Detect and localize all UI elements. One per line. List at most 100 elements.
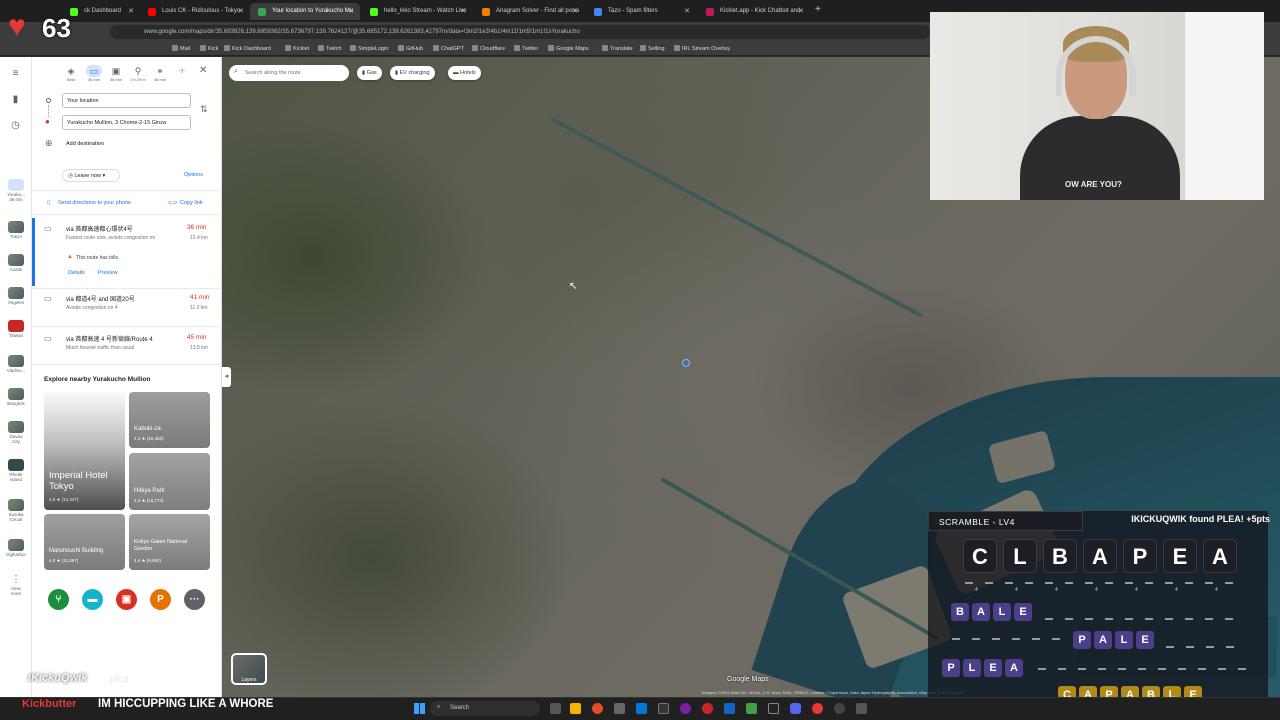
bookmark[interactable]: Twitch (318, 45, 342, 52)
recent-item[interactable]: Angeles (6, 287, 26, 305)
place-card-kokyo-gaien[interactable]: Kokyo Gaien National Garden 4.4 ★ (9,492… (129, 514, 210, 570)
view-more-button[interactable]: ⋮ View more (6, 575, 26, 597)
bookmark[interactable]: Cloudflare (472, 45, 505, 52)
hotel-icon[interactable]: ▬ (82, 589, 103, 610)
mode-bike[interactable]: ⚭ 46 min (152, 65, 168, 82)
close-icon[interactable]: ✕ (199, 65, 207, 76)
mode-drive[interactable]: ▭ 36 min (86, 65, 102, 82)
history-icon[interactable]: ◷ (9, 121, 23, 131)
browser-tab-active[interactable]: Your location to Yurakucho Mu ✕ (250, 3, 360, 20)
route-1-via[interactable]: via 首都高速都心環状4号 (66, 224, 133, 233)
recent-item[interactable]: Bangkok (6, 388, 26, 406)
bookmark[interactable]: Twitter (514, 45, 538, 52)
close-icon[interactable]: ✕ (798, 7, 804, 15)
app-icon[interactable] (724, 703, 735, 714)
menu-icon[interactable]: ≡ (9, 69, 23, 79)
collapse-panel-button[interactable]: ◂ (222, 367, 231, 387)
route-3-via[interactable]: via 首都高速 4 号新宿線/Route 4 (66, 334, 153, 343)
recent-item[interactable]: Taiwan (6, 320, 26, 338)
close-icon[interactable]: ✕ (684, 7, 690, 15)
chip-hotels[interactable]: ▬ Hotels (448, 66, 481, 80)
place-card-imperial-hotel[interactable]: Imperial Hotel Tokyo 4.5 ★ (12,447) (44, 392, 125, 510)
browser-tab[interactable]: hello_kiko Stream - Watch Live ✕ (362, 3, 472, 20)
copy-link-button[interactable]: Copy link (180, 200, 203, 206)
recent-item[interactable]: Yuraku... 36 min (6, 179, 26, 202)
mode-best[interactable]: ◈ Best (63, 65, 79, 82)
browser-tab[interactable]: Louis CK - Ridiculous - Tokyo ✕ (140, 3, 250, 20)
app-icon[interactable] (658, 703, 669, 714)
recent-item[interactable]: Austin (6, 254, 26, 272)
bookmark[interactable]: Kick Dashboard (224, 45, 271, 52)
more-icon[interactable]: ··· (184, 589, 205, 610)
word-slots (965, 582, 1245, 584)
mode-transit[interactable]: ▣ 36 min (108, 65, 124, 82)
recent-item[interactable]: Tokyo (6, 221, 26, 239)
details-link[interactable]: Details (68, 270, 85, 276)
app-icon[interactable] (856, 703, 867, 714)
app-icon[interactable] (614, 703, 625, 714)
bookmark[interactable]: SimpleLogin (350, 45, 388, 52)
layers-button[interactable]: Layers (231, 653, 267, 685)
destination-input[interactable]: Yurakucho Mullion, 3 Chome-2-15 Ginza (62, 115, 191, 130)
bookmark[interactable]: IRL Stream Overlay (674, 45, 730, 52)
send-directions-button[interactable]: Send directions to your phone (58, 200, 131, 206)
saved-icon[interactable]: ▮ (9, 95, 23, 105)
route-search-input[interactable]: Search along the route (229, 65, 349, 81)
windows-start-icon[interactable] (414, 703, 425, 714)
add-destination-button[interactable]: Add destination (66, 141, 104, 147)
chip-gas[interactable]: ▮ Gas (357, 66, 382, 80)
app-icon[interactable] (768, 703, 779, 714)
add-icon[interactable]: ⊕ (45, 138, 53, 149)
close-icon[interactable]: ✕ (238, 7, 244, 15)
recent-item[interactable]: Gigharbor (6, 539, 26, 557)
bookmark[interactable]: Kick (200, 45, 218, 52)
recent-item[interactable]: Suzuka Circuit (6, 499, 26, 522)
bookmark[interactable]: Google Maps (548, 45, 589, 52)
close-icon[interactable]: ✕ (572, 7, 578, 15)
taskbar-search[interactable]: ⌕ Search (430, 701, 540, 716)
preview-link[interactable]: Preview (98, 270, 118, 276)
parking-icon[interactable]: P (150, 589, 171, 610)
place-card-marunouchi-building[interactable]: Marunouchi Building 4.0 ★ (11,567) (44, 514, 125, 570)
browser-icon[interactable] (592, 703, 603, 714)
browser-tab[interactable]: ck Dashboard ✕ (62, 3, 140, 20)
app-icon[interactable] (702, 703, 713, 714)
recent-item[interactable]: Vladivo... (6, 355, 26, 373)
url-field[interactable]: www.google.com/maps/dir/35.693926,139.69… (110, 25, 930, 39)
browser-tab[interactable]: Tazo - Spam filters ✕ (586, 3, 696, 20)
bookmark[interactable]: Mail (172, 45, 190, 52)
app-icon[interactable] (680, 703, 691, 714)
route-2-via[interactable]: via 都道4号 and 国道20号 (66, 294, 135, 303)
bookmark[interactable]: Translate (602, 45, 633, 52)
place-card-kabuki-za[interactable]: Kabuki-za 4.3 ★ (16,383) (129, 392, 210, 448)
mode-flight[interactable]: ✈ (174, 65, 190, 77)
recent-item[interactable]: Davao City (6, 421, 26, 444)
browser-tab[interactable]: Kicklet.app - Kick Chatbot and ✕ (698, 3, 810, 20)
options-button[interactable]: Options (184, 172, 203, 178)
bookmark[interactable]: GitHub (398, 45, 423, 52)
recent-item[interactable]: Rhode Island (6, 459, 26, 482)
task-view-icon[interactable] (550, 703, 561, 714)
chip-ev-charging[interactable]: ▮ EV charging (390, 66, 435, 80)
new-tab-button[interactable]: + (815, 4, 821, 15)
leave-now-dropdown[interactable]: ◷ Leave now ▾ (62, 169, 120, 182)
close-icon[interactable]: ✕ (128, 7, 134, 15)
bookmark[interactable]: Kicklet (285, 45, 309, 52)
bookmark[interactable]: ChatGPT (433, 45, 464, 52)
bookmark[interactable]: Selling (640, 45, 665, 52)
atm-icon[interactable]: ▣ (116, 589, 137, 610)
app-icon[interactable] (812, 703, 823, 714)
origin-input[interactable]: Your location (62, 93, 191, 108)
close-icon[interactable]: ✕ (460, 7, 466, 15)
file-explorer-icon[interactable] (570, 703, 581, 714)
mode-walk[interactable]: ⚲ 1 h 29 m (130, 65, 146, 82)
swap-icon[interactable]: ⇅ (200, 104, 208, 115)
discord-icon[interactable] (790, 703, 801, 714)
close-icon[interactable]: ✕ (348, 7, 354, 15)
browser-tab[interactable]: Anagram Solver - Find all possi ✕ (474, 3, 584, 20)
restaurant-icon[interactable]: ⑂ (48, 589, 69, 610)
app-icon[interactable] (746, 703, 757, 714)
place-card-hibiya-park[interactable]: Hibiya Park 4.3 ★ (16,774) (129, 453, 210, 510)
obs-icon[interactable] (834, 703, 845, 714)
vscode-icon[interactable] (636, 703, 647, 714)
